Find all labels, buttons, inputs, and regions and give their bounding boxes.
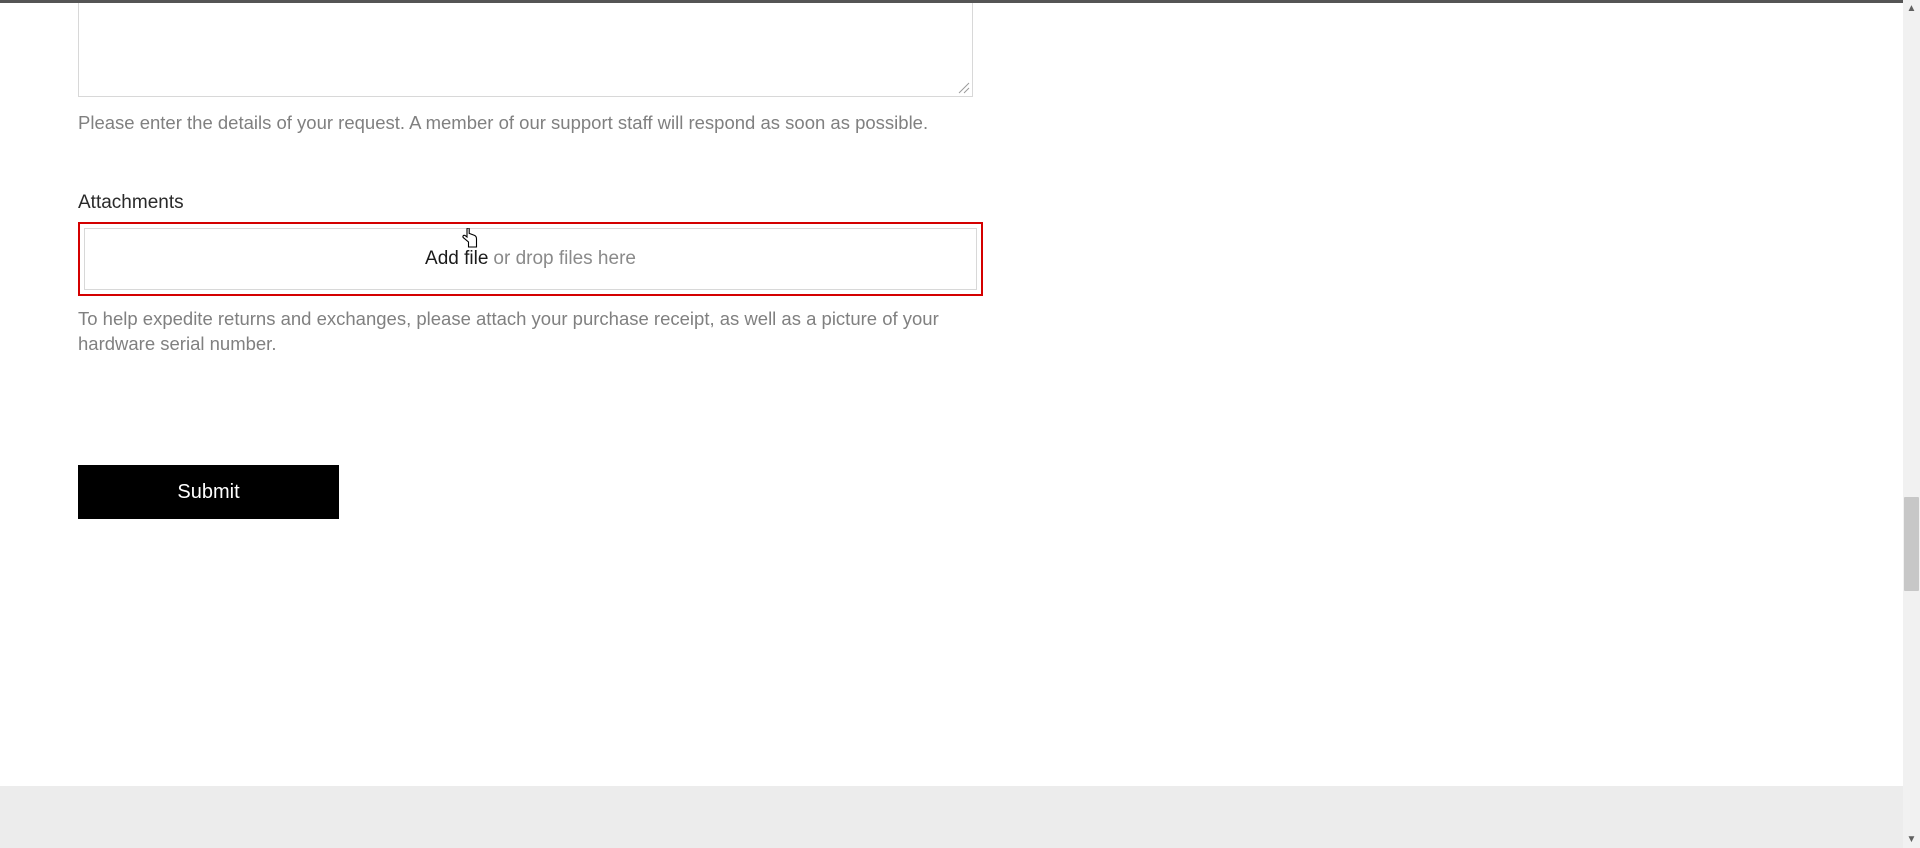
drop-files-hint: or drop files here bbox=[493, 248, 636, 270]
scrollbar-track[interactable]: ▲ ▼ bbox=[1903, 0, 1920, 848]
scrollbar-thumb[interactable] bbox=[1904, 497, 1919, 591]
attachments-label: Attachments bbox=[78, 192, 973, 214]
attachments-dropzone[interactable]: Add file or drop files here bbox=[84, 228, 977, 290]
attachments-highlight-box: Add file or drop files here bbox=[78, 222, 983, 296]
scrollbar-up-arrow-icon[interactable]: ▲ bbox=[1903, 0, 1920, 17]
attachments-helper: To help expedite returns and exchanges, … bbox=[78, 306, 973, 357]
form-content: Please enter the details of your request… bbox=[78, 0, 973, 519]
page-footer-bar bbox=[0, 786, 1903, 848]
scrollbar-down-arrow-icon[interactable]: ▼ bbox=[1903, 831, 1920, 848]
resize-handle-icon bbox=[956, 80, 970, 94]
request-details-helper: Please enter the details of your request… bbox=[78, 111, 973, 136]
add-file-link[interactable]: Add file bbox=[425, 248, 488, 270]
request-details-textarea[interactable] bbox=[78, 3, 973, 97]
submit-button[interactable]: Submit bbox=[78, 465, 339, 519]
